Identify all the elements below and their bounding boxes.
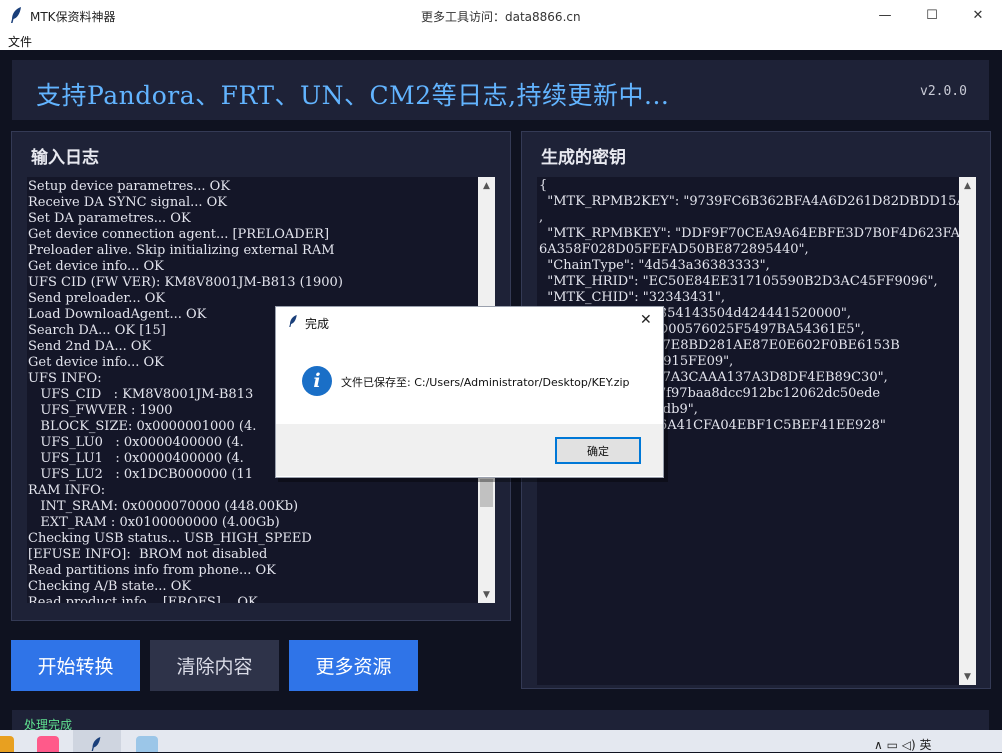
text-line: "ChainType": "4d543a36383333",	[539, 258, 770, 273]
feather-icon	[11, 7, 21, 23]
text-line: Receive DA SYNC signal... OK	[28, 195, 227, 210]
info-icon: i	[302, 366, 332, 396]
input-log-title: 输入日志	[31, 148, 99, 168]
text-line: EXT_RAM : 0x0100000000 (4.00Gb)	[28, 515, 280, 530]
scroll-down-icon[interactable]: ▼	[478, 586, 495, 603]
scroll-down-icon[interactable]: ▼	[959, 668, 976, 685]
feather-icon	[91, 737, 101, 751]
more-resources-button[interactable]: 更多资源	[289, 640, 418, 691]
menu-bar	[0, 31, 1002, 50]
scroll-up-icon[interactable]: ▲	[478, 177, 495, 194]
minimize-icon[interactable]: —	[862, 0, 908, 31]
text-line: ,	[539, 210, 544, 225]
menu-item-file[interactable]: 文件	[8, 33, 32, 50]
text-line: {	[539, 178, 548, 193]
text-line: Send preloader... OK	[28, 291, 166, 306]
feather-icon	[289, 315, 297, 327]
app-title: MTK保资料神器	[30, 10, 116, 24]
text-line: Checking A/B state... OK	[28, 579, 192, 594]
generated-key-title: 生成的密钥	[541, 148, 626, 168]
text-line: Checking USB status... USB_HIGH_SPEED	[28, 531, 312, 546]
scroll-up-icon[interactable]: ▲	[959, 177, 976, 194]
text-line: UFS CID (FW VER): KM8V8001JM-B813 (1900)	[28, 275, 343, 290]
system-tray[interactable]: ∧ ▭ ◁) 英	[874, 736, 931, 753]
taskbar-active-app[interactable]	[73, 730, 121, 752]
dialog-title: 完成	[305, 317, 330, 331]
text-line: INT_SRAM: 0x0000070000 (448.00Kb)	[28, 499, 299, 514]
text-line: Read partitions info from phone... OK	[28, 563, 276, 578]
scroll-thumb[interactable]	[480, 479, 493, 507]
window-subtitle: 更多工具访问：data8866.cn	[421, 10, 581, 24]
text-line: RAM INFO:	[28, 483, 106, 498]
taskbar-app-icon[interactable]	[136, 736, 158, 752]
status-bar	[12, 710, 989, 730]
text-line: "MTK_RPMBKEY": "DDF9F70CEA9A64EBFE3D7B0F…	[539, 226, 959, 241]
close-icon[interactable]: ✕	[955, 0, 1001, 31]
text-line: "MTK_RPMB2KEY": "9739FC6B362BFA4A6D261D8…	[539, 194, 959, 209]
version-label: v2.0.0	[920, 84, 967, 99]
start-convert-button[interactable]: 开始转换	[11, 640, 140, 691]
key-scrollbar[interactable]: ▲ ▼	[959, 177, 976, 685]
dialog-close-icon[interactable]: ✕	[640, 312, 652, 328]
text-line: Setup device parametres... OK	[28, 179, 231, 194]
text-line: "MTK_HRID": "EC50E84EE317105590B2D3AC45F…	[539, 274, 938, 289]
header-title: 支持Pandora、FRT、UN、CM2等日志,持续更新中...	[36, 81, 670, 110]
text-line: Get device connection agent... [PRELOADE…	[28, 227, 330, 242]
dialog-message: 文件已保存至: C:/Users/Administrator/Desktop/K…	[341, 376, 630, 389]
ok-button[interactable]: 确定	[555, 437, 641, 464]
text-line: Preloader alive. Skip initializing exter…	[28, 243, 335, 258]
text-line: Get device info... OK	[28, 259, 164, 274]
text-line: [EFUSE INFO]: BROM not disabled	[28, 547, 268, 562]
text-line: Read product info... [EROFS]... OK	[28, 595, 258, 603]
maximize-icon[interactable]: ☐	[909, 0, 955, 31]
clear-content-button[interactable]: 清除内容	[150, 640, 279, 691]
browser-icon[interactable]	[0, 736, 14, 752]
text-line: 6A358F028D05FEFAD50BE872895440",	[539, 242, 809, 257]
text-line: Set DA parametres... OK	[28, 211, 191, 226]
text-line: "MTK_CHID": "32343431",	[539, 290, 726, 305]
app-launcher-icon[interactable]	[37, 736, 59, 752]
